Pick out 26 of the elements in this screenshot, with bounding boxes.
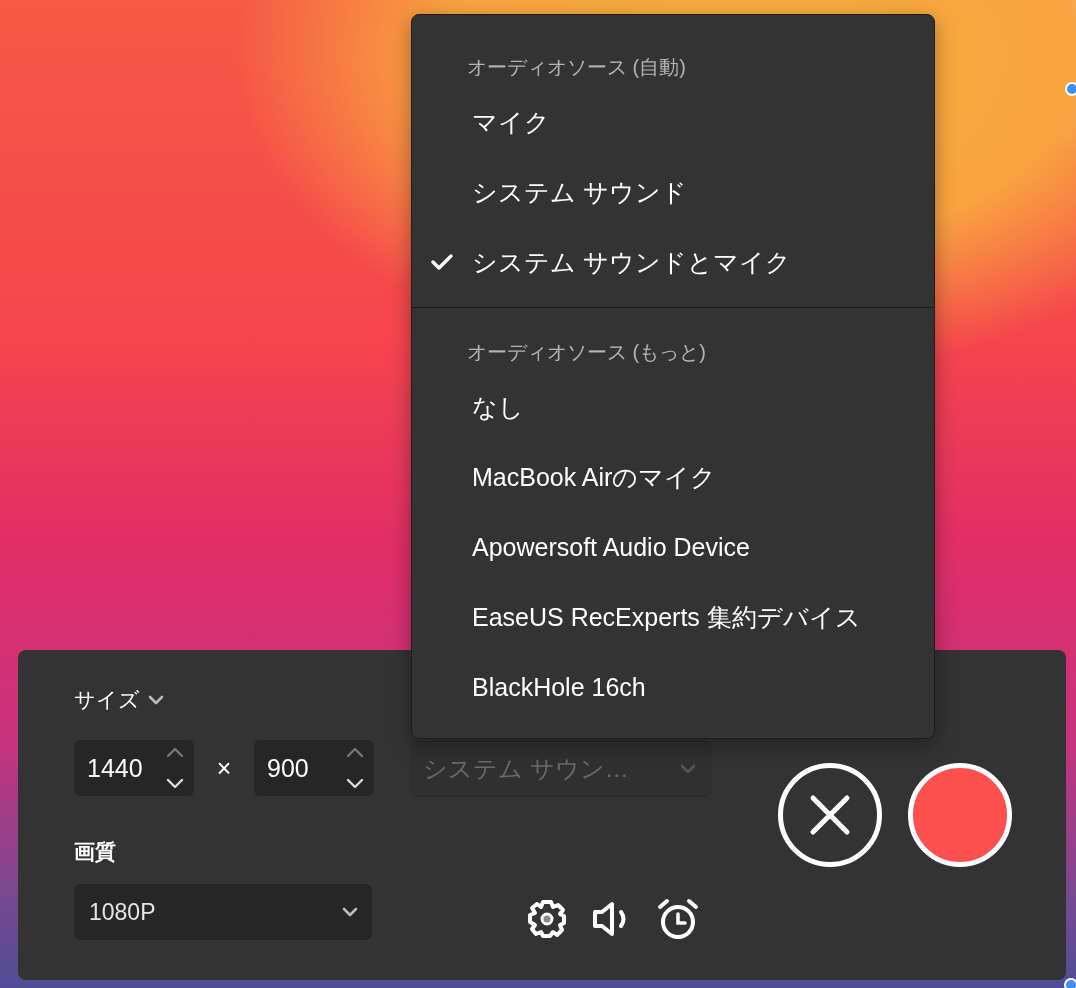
cancel-button[interactable] xyxy=(778,763,882,867)
height-field[interactable]: 900 xyxy=(254,740,374,796)
menu-item[interactable]: マイク xyxy=(412,87,934,157)
menu-item[interactable]: MacBook Airのマイク xyxy=(412,442,934,512)
menu-item[interactable]: BlackHole 16ch xyxy=(412,652,934,722)
resize-handle[interactable] xyxy=(1065,82,1076,96)
chevron-icon xyxy=(148,695,164,705)
chevron-icon xyxy=(342,907,358,917)
quality-label: 画質 xyxy=(74,839,116,862)
settings-icon[interactable] xyxy=(527,899,567,939)
chevron-icon xyxy=(680,764,696,774)
quality-dropdown[interactable]: 1080P xyxy=(74,884,372,940)
menu-item[interactable]: Apowersoft Audio Device xyxy=(412,512,934,582)
spinner-icon[interactable] xyxy=(164,745,186,791)
menu-item[interactable]: EaseUS RecExperts 集約デバイス xyxy=(412,582,934,652)
times-sign: × xyxy=(215,753,233,783)
spinner-icon[interactable] xyxy=(344,745,366,791)
menu-item[interactable]: システム サウンド xyxy=(412,157,934,227)
alarm-clock-icon[interactable] xyxy=(657,898,699,940)
width-field[interactable]: 1440 xyxy=(74,740,194,796)
menu-item[interactable]: システム サウンドとマイク xyxy=(412,227,934,297)
size-label: サイズ xyxy=(74,687,140,713)
menu-section-header: オーディオソース (自動) xyxy=(466,55,686,80)
menu-item[interactable]: なし xyxy=(412,372,934,442)
close-icon xyxy=(809,794,851,836)
menu-section-header: オーディオソース (もっと) xyxy=(466,340,706,365)
